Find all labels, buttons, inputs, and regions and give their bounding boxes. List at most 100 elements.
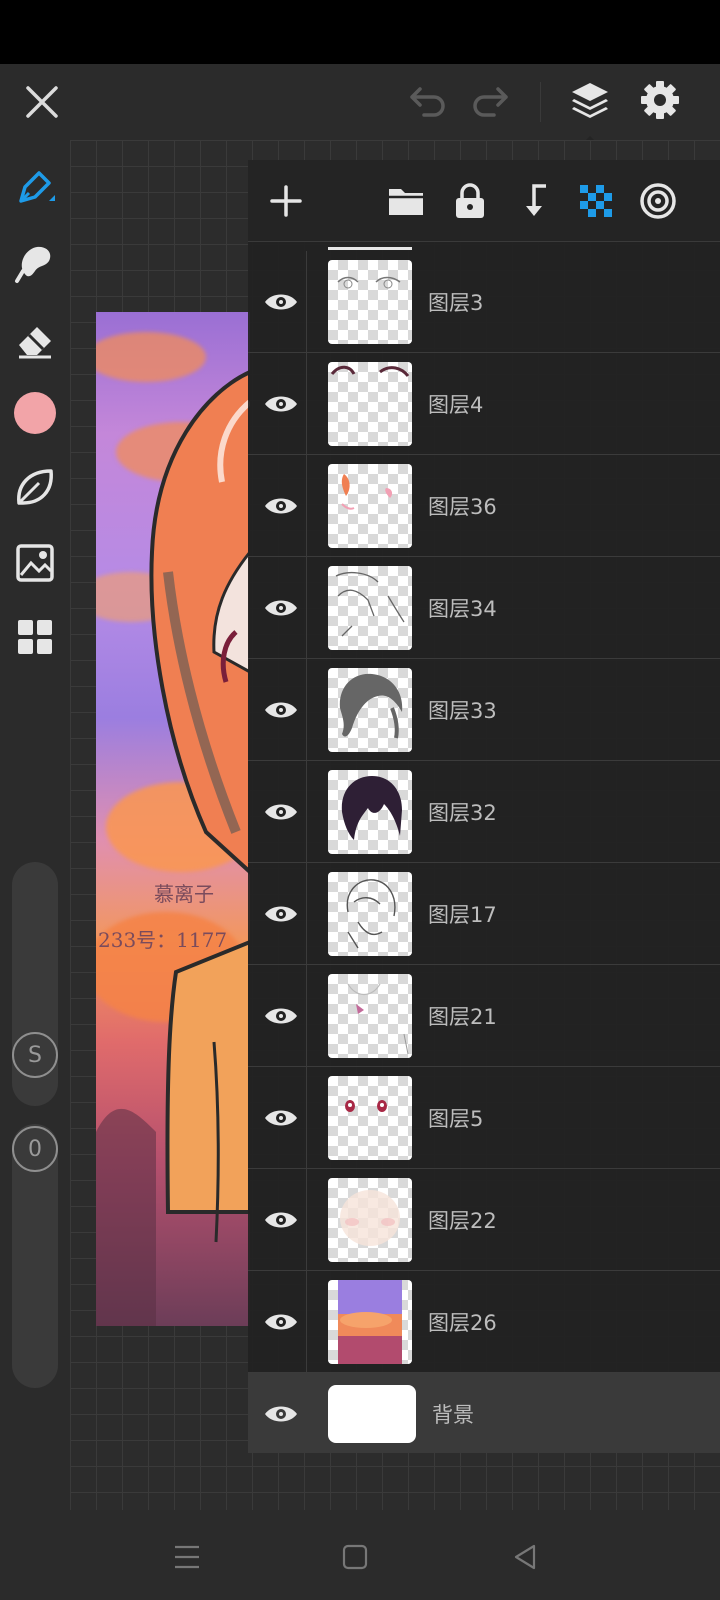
- visibility-toggle[interactable]: [256, 1093, 306, 1143]
- eraser-tool[interactable]: [10, 314, 60, 364]
- layer-thumbnail: [328, 1178, 412, 1262]
- layer-name: 图层26: [428, 1311, 497, 1335]
- layer-row[interactable]: 图层26: [248, 1271, 720, 1373]
- layer-row[interactable]: 图层3: [248, 251, 720, 353]
- grid-icon: [18, 620, 52, 654]
- layer-row[interactable]: 图层34: [248, 557, 720, 659]
- home-button[interactable]: [330, 1532, 380, 1582]
- layer-row[interactable]: 图层33: [248, 659, 720, 761]
- layer-row[interactable]: 图层17: [248, 863, 720, 965]
- eye-icon: [265, 396, 297, 412]
- layers-button[interactable]: [562, 72, 618, 128]
- brush-size-knob[interactable]: S: [12, 1032, 58, 1078]
- layer-row[interactable]: 图层21: [248, 965, 720, 1067]
- scrolled-layer-edge: [328, 242, 412, 250]
- leaf-tool[interactable]: [10, 462, 60, 512]
- opacity-label: 0: [28, 1136, 42, 1162]
- layer-thumbnail: [328, 260, 412, 344]
- top-bar: [0, 64, 720, 146]
- undo-button[interactable]: [400, 74, 456, 130]
- background-layer-row[interactable]: 背景: [248, 1373, 720, 1453]
- folder-button[interactable]: [378, 173, 434, 229]
- row-divider: [306, 863, 307, 965]
- eye-icon: [265, 1314, 297, 1330]
- home-icon: [342, 1544, 368, 1570]
- visibility-toggle[interactable]: [256, 379, 306, 429]
- merge-down-button[interactable]: [506, 173, 562, 229]
- transparency-toggle[interactable]: [568, 173, 624, 229]
- signature-line-2: 233号：1177: [98, 928, 228, 952]
- size-label: S: [28, 1042, 42, 1068]
- visibility-toggle[interactable]: [256, 889, 306, 939]
- back-icon: [514, 1544, 536, 1570]
- brush-size-slider[interactable]: S: [12, 862, 58, 1106]
- layer-row[interactable]: 图层36: [248, 455, 720, 557]
- grid-tool[interactable]: [10, 612, 60, 662]
- layer-name: 图层4: [428, 393, 484, 417]
- undo-icon: [410, 87, 445, 117]
- layer-thumbnail: [328, 566, 412, 650]
- opacity-knob[interactable]: 0: [12, 1126, 58, 1172]
- layer-name: 图层21: [428, 1005, 497, 1029]
- row-divider: [306, 1067, 307, 1169]
- opacity-slider[interactable]: 0: [12, 1124, 58, 1388]
- eye-icon: [265, 1008, 297, 1024]
- pen-tool[interactable]: [10, 162, 60, 212]
- row-divider: [306, 557, 307, 659]
- layer-name: 图层34: [428, 597, 497, 621]
- recents-button[interactable]: [162, 1532, 212, 1582]
- eye-icon: [265, 1110, 297, 1126]
- reference-button[interactable]: [630, 173, 686, 229]
- app-root: S 0 慕离子 233号：1177 图层3 图层4 图层36 图层34 图层33…: [0, 0, 720, 1600]
- layer-name: 图层32: [428, 801, 497, 825]
- layers-icon: [572, 83, 608, 118]
- layer-row[interactable]: 图层4: [248, 353, 720, 455]
- visibility-toggle[interactable]: [256, 787, 306, 837]
- layer-thumbnail: [328, 362, 412, 446]
- row-divider: [306, 1271, 307, 1373]
- redo-icon: [473, 87, 508, 117]
- visibility-toggle[interactable]: [256, 481, 306, 531]
- layer-row[interactable]: 图层22: [248, 1169, 720, 1271]
- back-button[interactable]: [500, 1532, 550, 1582]
- visibility-toggle[interactable]: [256, 1297, 306, 1347]
- merge-down-icon: [526, 184, 546, 216]
- visibility-toggle[interactable]: [256, 277, 306, 327]
- color-swatch: [14, 392, 56, 434]
- eye-icon: [265, 906, 297, 922]
- eye-icon: [265, 600, 297, 616]
- lock-layer-button[interactable]: [442, 173, 498, 229]
- eye-icon: [265, 498, 297, 514]
- row-divider: [306, 965, 307, 1067]
- artwork[interactable]: 慕离子 233号：1177: [96, 312, 250, 1326]
- eye-icon: [265, 1406, 297, 1422]
- layer-row[interactable]: 图层32: [248, 761, 720, 863]
- visibility-toggle[interactable]: [256, 583, 306, 633]
- row-divider: [306, 353, 307, 455]
- settings-button[interactable]: [632, 72, 688, 128]
- lock-icon: [456, 183, 484, 218]
- character-illustration: [96, 369, 250, 1326]
- layer-thumbnail: [328, 872, 412, 956]
- layer-row[interactable]: 图层5: [248, 1067, 720, 1169]
- visibility-toggle[interactable]: [256, 991, 306, 1041]
- eraser-icon: [19, 327, 51, 359]
- smudge-icon: [15, 246, 51, 283]
- close-button[interactable]: [14, 74, 70, 130]
- color-picker-button[interactable]: [10, 388, 60, 438]
- image-tool[interactable]: [10, 538, 60, 588]
- smudge-tool[interactable]: [10, 238, 60, 288]
- visibility-toggle[interactable]: [256, 1389, 306, 1439]
- layer-thumbnail: [328, 1076, 412, 1160]
- add-layer-button[interactable]: [258, 173, 314, 229]
- layer-thumbnail: [328, 464, 412, 548]
- eye-icon: [265, 294, 297, 310]
- layer-thumbnail: [328, 1385, 416, 1443]
- redo-button[interactable]: [462, 74, 518, 130]
- transparency-icon: [580, 185, 612, 217]
- pen-icon: [19, 171, 55, 203]
- visibility-toggle[interactable]: [256, 685, 306, 735]
- visibility-toggle[interactable]: [256, 1195, 306, 1245]
- eye-icon: [265, 1212, 297, 1228]
- layer-thumbnail: [328, 770, 412, 854]
